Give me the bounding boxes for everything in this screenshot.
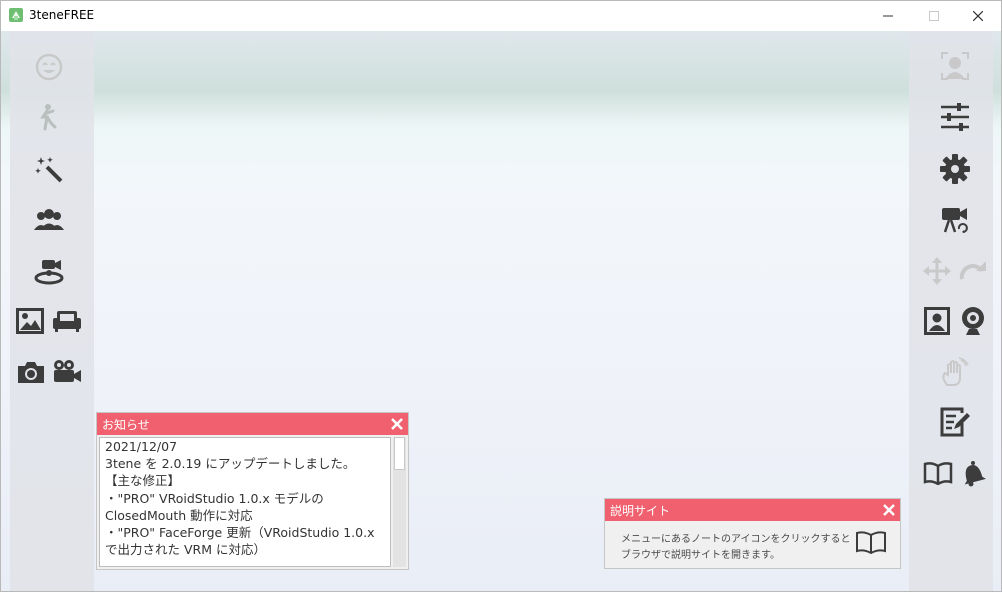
- maximize-icon: [929, 11, 939, 21]
- stage-camera-icon[interactable]: [33, 255, 65, 287]
- help-panel-title: 説明サイト: [610, 504, 671, 518]
- window-title: 3teneFREE: [29, 8, 95, 22]
- face-tracking-icon[interactable]: [939, 49, 971, 83]
- camera-rotate-icon[interactable]: [939, 204, 973, 236]
- notice-line: ClosedMouth 動作に対応: [105, 507, 253, 523]
- pose-icon[interactable]: [33, 101, 65, 133]
- magic-wand-icon[interactable]: [33, 153, 65, 185]
- gear-icon[interactable]: [939, 153, 971, 185]
- notice-line: で出力された VRM に対応）: [105, 542, 266, 558]
- title-bar[interactable]: 3teneFREE: [1, 1, 1001, 31]
- video-camera-icon[interactable]: [51, 356, 83, 388]
- bell-icon[interactable]: [957, 457, 989, 489]
- minimize-button[interactable]: [865, 1, 911, 31]
- app-logo-icon: [9, 8, 23, 22]
- close-icon: [973, 11, 983, 21]
- notice-text-area[interactable]: 2021/12/07 3tene を 2.0.19 にアップデートしました。 【…: [99, 437, 391, 567]
- notice-line: 【主な修正】: [105, 473, 181, 489]
- help-site-panel: 説明サイト メニューにあるノートのアイコンをクリックすると ブラウザで説明サイト…: [604, 498, 901, 569]
- hand-wave-icon[interactable]: [939, 356, 971, 388]
- book-icon[interactable]: [921, 457, 955, 489]
- help-line-2: ブラウザで説明サイトを開きます。: [621, 550, 780, 561]
- notice-scrollbar-thumb[interactable]: [394, 437, 405, 470]
- move-arrows-icon[interactable]: [921, 255, 953, 287]
- camera-icon[interactable]: [15, 356, 47, 388]
- close-button[interactable]: [955, 1, 1001, 31]
- redo-icon[interactable]: [957, 255, 989, 287]
- close-icon: [882, 503, 895, 516]
- maximize-button[interactable]: [911, 1, 957, 31]
- face-icon[interactable]: [33, 51, 65, 83]
- notes-edit-icon[interactable]: [939, 406, 971, 438]
- notice-panel-title: お知らせ: [102, 418, 150, 432]
- notice-panel-header[interactable]: お知らせ: [97, 413, 408, 435]
- background-image-icon[interactable]: [15, 305, 45, 337]
- notice-line: ・"PRO" VRoidStudio 1.0.x モデルの: [105, 490, 324, 506]
- sliders-icon[interactable]: [939, 101, 971, 133]
- notice-panel: お知らせ 2021/12/07 3tene を 2.0.19 にアップデートしま…: [96, 412, 409, 570]
- minimize-icon: [883, 15, 893, 17]
- group-icon[interactable]: [33, 204, 65, 236]
- help-line-1: メニューにあるノートのアイコンをクリックすると: [621, 534, 851, 545]
- notice-line: ・"PRO" FaceForge 更新（VRoidStudio 1.0.x: [105, 525, 375, 541]
- help-close-button[interactable]: [881, 502, 896, 517]
- portrait-icon[interactable]: [921, 305, 953, 337]
- webcam-icon[interactable]: [957, 305, 989, 337]
- close-icon: [390, 417, 403, 430]
- sofa-icon[interactable]: [51, 305, 83, 337]
- notice-line: 3tene を 2.0.19 にアップデートしました。: [105, 456, 356, 472]
- notice-close-button[interactable]: [389, 416, 404, 431]
- notice-line: 2021/12/07: [105, 439, 178, 454]
- help-panel-header[interactable]: 説明サイト: [605, 499, 900, 521]
- book-icon: [855, 530, 887, 558]
- help-description: メニューにあるノートのアイコンをクリックすると ブラウザで説明サイトを開きます。: [621, 532, 851, 564]
- app-window: 3teneFREE お知らせ 2021/12/07 3tene を 2.0.19…: [0, 0, 1002, 592]
- notice-scrollbar[interactable]: [393, 437, 406, 567]
